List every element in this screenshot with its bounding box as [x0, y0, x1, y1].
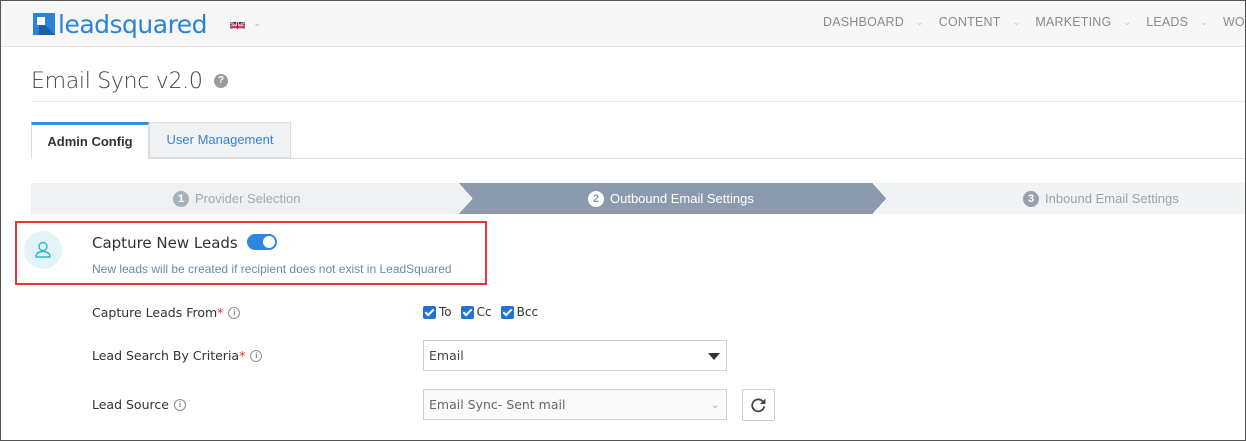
step-label: Inbound Email Settings [1045, 191, 1179, 206]
nav-label: WORK [1222, 15, 1245, 29]
chevron-down-icon: ⌄ [915, 16, 924, 27]
tab-user-management[interactable]: User Management [149, 122, 291, 158]
page-title: Email Sync v2.0 [31, 69, 203, 94]
cc-checkbox[interactable] [460, 305, 474, 319]
logo-text: leadsquared [58, 9, 208, 39]
user-icon [24, 231, 62, 269]
logo-mark-icon [33, 13, 55, 35]
step-label: Outbound Email Settings [610, 191, 754, 206]
required-marker: * [217, 305, 224, 320]
bcc-checkbox[interactable] [500, 305, 514, 319]
to-checkbox[interactable] [423, 305, 436, 319]
capture-new-leads-title: Capture New Leads [92, 234, 238, 252]
nav-item-dashboard[interactable]: DASHBOARD ⌄ [823, 15, 939, 29]
app-frame: leadsquared ⌄ DASHBOARD ⌄ CONTENT ⌄ MARK… [0, 0, 1246, 441]
step-inbound-email-settings[interactable]: 3 Inbound Email Settings [1023, 183, 1179, 214]
wizard-steps: 1 Provider Selection 2 Outbound Email Se… [31, 183, 1245, 214]
chevron-down-icon: ⌄ [1123, 16, 1132, 27]
capture-new-leads-toggle[interactable] [247, 234, 277, 250]
lead-search-criteria-select[interactable]: Email [423, 340, 727, 371]
required-marker: * [239, 348, 246, 363]
nav-item-marketing[interactable]: MARKETING ⌄ [1035, 15, 1146, 29]
select-value: Email Sync- Sent mail [429, 397, 566, 412]
chevron-down-icon: ⌄ [710, 398, 720, 411]
nav-item-leads[interactable]: LEADS ⌄ [1146, 15, 1223, 29]
bcc-checkbox-label[interactable]: Bcc [517, 305, 538, 319]
field-label: Capture Leads From [92, 305, 218, 320]
title-divider [31, 101, 1245, 102]
nav-item-work[interactable]: WORK [1222, 15, 1245, 29]
field-label: Lead Source [92, 397, 169, 412]
toggle-knob [263, 236, 275, 248]
lead-source-select[interactable]: Email Sync- Sent mail ⌄ [423, 389, 727, 420]
info-icon[interactable]: i [250, 349, 263, 362]
nav-label: MARKETING [1035, 15, 1112, 29]
capture-leads-from-options: To Cc Bcc [423, 305, 544, 319]
tab-admin-config[interactable]: Admin Config [31, 122, 149, 159]
main-nav: DASHBOARD ⌄ CONTENT ⌄ MARKETING ⌄ LEADS … [823, 15, 1245, 29]
nav-label: LEADS [1146, 15, 1189, 29]
language-selector[interactable]: ⌄ [230, 18, 261, 29]
lead-search-criteria-label: Lead Search By Criteria * i [92, 348, 263, 363]
step-label: Provider Selection [195, 191, 301, 206]
step-number: 1 [173, 190, 189, 207]
chevron-down-icon: ⌄ [1012, 16, 1021, 27]
cc-checkbox-label[interactable]: Cc [477, 305, 492, 319]
refresh-icon [751, 398, 766, 413]
nav-label: DASHBOARD [823, 15, 904, 29]
info-icon[interactable]: i [228, 306, 241, 319]
refresh-button[interactable] [742, 389, 775, 421]
select-value: Email [429, 348, 464, 363]
nav-label: CONTENT [938, 15, 1001, 29]
chevron-down-icon: ⌄ [253, 18, 262, 29]
tabs-divider [31, 158, 1245, 159]
leadsquared-logo[interactable]: leadsquared [33, 9, 208, 39]
help-icon[interactable]: ? [214, 74, 228, 88]
info-icon[interactable]: i [173, 398, 186, 411]
chevron-down-icon: ⌄ [1200, 16, 1208, 27]
step-number: 2 [588, 190, 604, 207]
field-label: Lead Search By Criteria [92, 348, 240, 363]
lead-source-label: Lead Source i [92, 397, 186, 412]
top-navigation-bar: leadsquared ⌄ DASHBOARD ⌄ CONTENT ⌄ MARK… [1, 1, 1245, 47]
uk-flag-icon [230, 19, 245, 29]
step-provider-selection[interactable]: 1 Provider Selection [173, 183, 301, 214]
nav-item-content[interactable]: CONTENT ⌄ [939, 15, 1036, 29]
step-number: 3 [1023, 190, 1039, 207]
capture-leads-from-label: Capture Leads From * i [92, 305, 241, 320]
capture-new-leads-description: New leads will be created if recipient d… [92, 262, 452, 276]
to-checkbox-label[interactable]: To [439, 305, 452, 319]
step-outbound-email-settings[interactable]: 2 Outbound Email Settings [588, 183, 754, 214]
caret-down-icon [708, 353, 720, 360]
